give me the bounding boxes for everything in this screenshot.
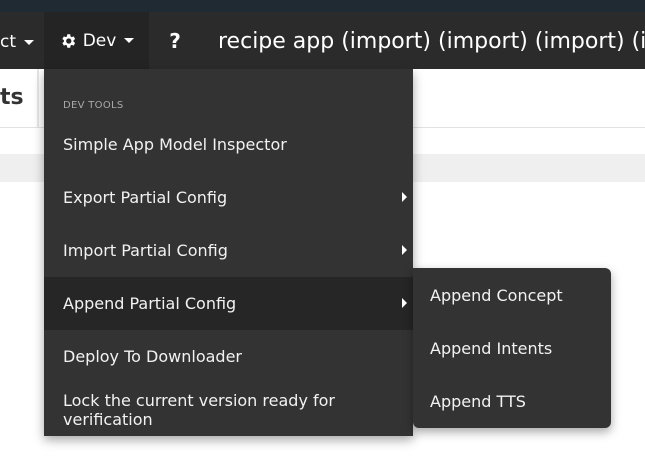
menu-item-lock-current-version[interactable]: Lock the current version ready for verif… [44, 383, 413, 436]
chevron-down-icon [24, 39, 35, 45]
append-partial-config-submenu: Append Concept Append Intents Append TTS [413, 268, 611, 428]
menu-item-label: Export Partial Config [63, 188, 228, 207]
top-strip [0, 0, 645, 12]
help-button[interactable]: ? [160, 12, 190, 69]
menu-item-deploy-to-downloader[interactable]: Deploy To Downloader [44, 330, 413, 383]
menu-item-label: Deploy To Downloader [63, 347, 242, 366]
menu-item-simple-app-model-inspector[interactable]: Simple App Model Inspector [44, 118, 413, 171]
menu-item-import-partial-config[interactable]: Import Partial Config [44, 224, 413, 277]
dev-menu-toggle[interactable]: Dev [44, 12, 149, 69]
menu-section-header: DEV TOOLS [63, 100, 124, 111]
submenu-item-label: Append TTS [430, 392, 526, 411]
project-menu-toggle[interactable]: ct [0, 12, 44, 69]
subheader-divider [37, 69, 39, 127]
chevron-down-icon [124, 38, 135, 43]
menu-item-append-partial-config[interactable]: Append Partial Config [44, 277, 413, 330]
menu-item-label: Import Partial Config [63, 241, 228, 260]
dev-menu-label: Dev [82, 30, 117, 51]
chevron-right-icon [402, 245, 407, 255]
project-menu-label-fragment: ct [0, 32, 35, 52]
submenu-item-append-intents[interactable]: Append Intents [413, 322, 611, 375]
dev-dropdown-menu: DEV TOOLS Simple App Model Inspector Exp… [44, 69, 413, 436]
chevron-right-icon [402, 298, 407, 308]
project-menu-text: ct [0, 32, 17, 52]
gear-icon [62, 33, 75, 48]
submenu-item-append-tts[interactable]: Append TTS [413, 375, 611, 428]
submenu-item-append-concept[interactable]: Append Concept [413, 269, 611, 322]
menu-item-label: Simple App Model Inspector [63, 135, 287, 154]
menu-item-label: Append Partial Config [63, 294, 237, 313]
page-title-fragment: ts [0, 85, 24, 110]
menu-item-export-partial-config[interactable]: Export Partial Config [44, 171, 413, 224]
menu-item-label: Lock the current version ready for verif… [63, 390, 335, 429]
submenu-item-label: Append Intents [430, 339, 553, 358]
chevron-right-icon [402, 192, 407, 202]
app-title: recipe app (import) (import) (import) (i… [218, 29, 645, 54]
top-navbar: ct Dev ? recipe app (import) (import) (i… [0, 12, 645, 69]
submenu-item-label: Append Concept [430, 286, 563, 305]
